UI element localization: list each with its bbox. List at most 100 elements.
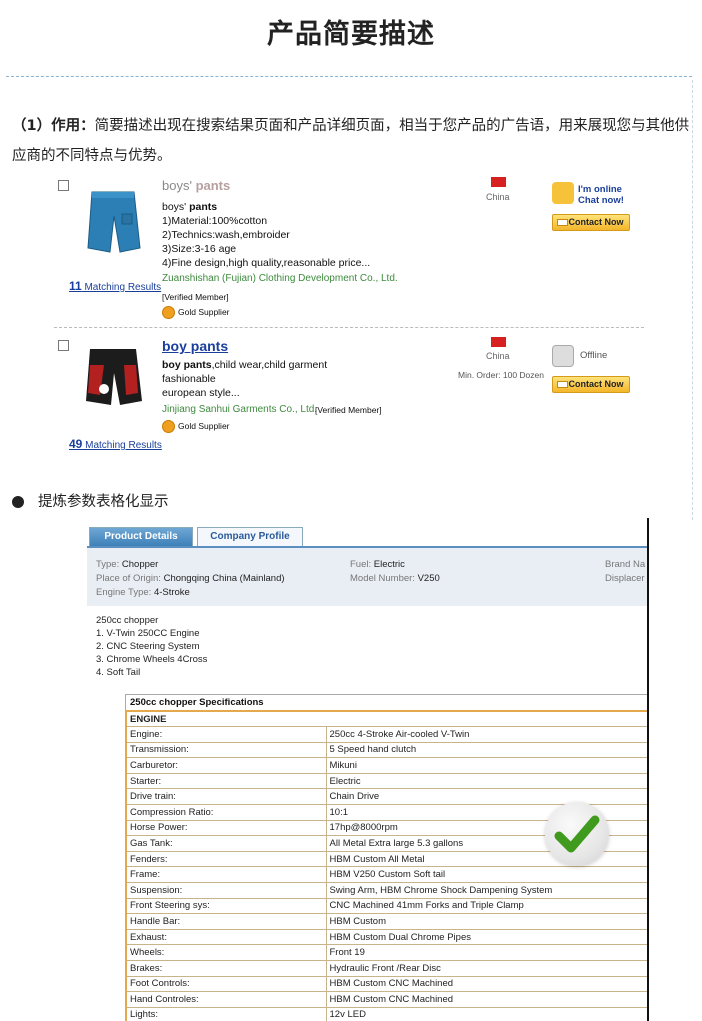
spec-value: HBM Custom: [325, 913, 647, 930]
spec-value: CNC Machined 41mm Forks and Triple Clamp: [325, 897, 647, 915]
bullet-text: 提炼参数表格化显示: [38, 494, 169, 510]
company-link[interactable]: Jinjiang Sanhui Garments Co., Ltd.: [162, 404, 317, 415]
spec-row: Transmission: 5 Speed hand clutch: [125, 741, 647, 759]
feature-list: 250cc chopper 1. V-Twin 250CC Engine 2. …: [96, 615, 208, 678]
contact-now-button[interactable]: Contact Now: [552, 214, 630, 231]
product-thumbnail-shorts[interactable]: [80, 186, 146, 264]
intro-label: （1）作用：: [12, 118, 95, 134]
intro-paragraph: （1）作用：简要描述出现在搜索结果页面和产品详细页面，相当于您产品的广告语，用来…: [12, 111, 694, 171]
attr-displacement: Displacer: [605, 573, 645, 584]
spec-key: Lights:: [125, 1006, 327, 1021]
result-checkbox[interactable]: [58, 340, 69, 351]
china-flag-icon: [491, 337, 506, 347]
gold-supplier-badge: Gold Supplier: [162, 306, 230, 319]
spec-key: Exhaust:: [125, 928, 327, 946]
spec-key: Front Steering sys:: [125, 897, 327, 915]
spec-key: Compression Ratio:: [125, 804, 327, 821]
spec-value: Mikuni: [325, 757, 647, 774]
spec-key: Fenders:: [125, 850, 327, 868]
product-title[interactable]: boys' pants: [162, 178, 230, 193]
attr-fuel: Fuel: Electric: [350, 559, 405, 570]
spec-key: Wheels:: [125, 944, 327, 961]
product-description: boy pants,child wear,child garment fashi…: [162, 359, 328, 399]
company-link[interactable]: Zuanshishan (Fujian) Clothing Developmen…: [162, 273, 398, 284]
spec-key: Transmission:: [125, 741, 327, 759]
tab-company-profile[interactable]: Company Profile: [197, 527, 303, 546]
spec-key: Suspension:: [125, 882, 327, 899]
mail-icon: [557, 381, 568, 388]
spec-key: Carburetor:: [125, 757, 327, 774]
spec-row: Wheels: Front 19: [125, 944, 647, 961]
search-result-2: 49 Matching Results boy pants boy pants,…: [54, 333, 699, 458]
product-title[interactable]: boy pants: [162, 338, 228, 354]
spec-key: Handle Bar:: [125, 913, 327, 930]
spec-row: Starter: Electric: [125, 772, 647, 790]
spec-key: Gas Tank:: [125, 835, 327, 852]
product-thumbnail-shorts[interactable]: [80, 345, 146, 415]
spec-section-row: ENGINE: [125, 710, 647, 728]
matching-results-link[interactable]: 11 Matching Results: [69, 279, 161, 293]
spec-value: Swing Arm, HBM Chrome Shock Dampening Sy…: [325, 882, 647, 899]
attr-origin: Place of Origin: Chongqing China (Mainla…: [96, 573, 285, 584]
spec-row: Suspension: Swing Arm, HBM Chrome Shock D…: [125, 882, 647, 899]
result-checkbox[interactable]: [58, 180, 69, 191]
spec-row: Lights: 12v LED: [125, 1006, 647, 1021]
china-flag-icon: [491, 177, 506, 187]
attr-engine-type: Engine Type: 4-Stroke: [96, 587, 190, 598]
attr-brand: Brand Na: [605, 559, 646, 570]
page-title: 产品简要描述: [267, 19, 435, 50]
spec-key: Starter:: [125, 772, 327, 790]
verified-member-badge: [Verified Member]: [162, 292, 229, 302]
spec-row: Handle Bar: HBM Custom: [125, 913, 647, 930]
spec-key: Brakes:: [125, 960, 327, 977]
spec-value: 12v LED: [325, 1006, 647, 1021]
spec-value: HBM V250 Custom Soft tail: [325, 866, 647, 884]
spec-value: Hydraulic Front /Rear Disc: [325, 960, 647, 977]
gold-supplier-icon: [162, 306, 175, 319]
spec-value: HBM Custom Dual Chrome Pipes: [325, 928, 647, 946]
verified-member-badge: [Verified Member]: [315, 405, 382, 415]
country-label: China: [486, 192, 510, 202]
gold-supplier-icon: [162, 420, 175, 433]
spec-key: Foot Controls:: [125, 975, 327, 993]
spec-value: 250cc 4-Stroke Air-cooled V-Twin: [325, 726, 647, 743]
spec-key: Drive train:: [125, 788, 327, 806]
spec-row: Engine: 250cc 4-Stroke Air-cooled V-Twin: [125, 726, 647, 743]
online-chat-icon[interactable]: [552, 182, 574, 204]
attr-type: Type: Chopper: [96, 559, 159, 570]
matching-results-link[interactable]: 49 Matching Results: [69, 437, 162, 451]
spec-value: Electric: [325, 772, 647, 790]
attr-model-number: Model Number: V250: [350, 573, 440, 584]
intro-text: 简要描述出现在搜索结果页面和产品详细页面，相当于您产品的广告语，用来展现您与其他…: [12, 118, 690, 164]
online-status[interactable]: I'm online Chat now!: [578, 184, 638, 206]
product-details-panel: Product Details Company Profile Type: Ch…: [87, 518, 649, 1021]
spec-value: HBM Custom CNC Machined: [325, 975, 647, 993]
contact-now-button[interactable]: Contact Now: [552, 376, 630, 393]
spec-table-title: 250cc chopper Specifications: [125, 694, 647, 710]
offline-icon: [552, 345, 574, 367]
search-result-1: 11 Matching Results boys' pants boys' pa…: [54, 172, 699, 332]
product-description: boys' pants 1)Material:100%cotton 2)Tech…: [162, 201, 371, 269]
checkmark-icon: [545, 802, 609, 866]
offline-status: Offline: [580, 350, 608, 361]
header-divider: [6, 76, 692, 77]
tab-product-details[interactable]: Product Details: [89, 527, 193, 546]
result-separator: [54, 327, 644, 328]
spec-key: Hand Controles:: [125, 991, 327, 1008]
spec-value: HBM Custom CNC Machined: [325, 991, 647, 1008]
spec-key: Engine:: [125, 726, 327, 743]
gold-supplier-badge: Gold Supplier: [162, 420, 230, 433]
spec-key: Horse Power:: [125, 819, 327, 837]
mail-icon: [557, 219, 568, 226]
spec-row: Frame: HBM V250 Custom Soft tail: [125, 866, 647, 884]
min-order: Min. Order: 100 Dozen: [458, 370, 544, 380]
spec-key: Frame:: [125, 866, 327, 884]
country-label: China: [486, 351, 510, 361]
spec-value: 5 Speed hand clutch: [325, 741, 647, 759]
spec-row: Front Steering sys: CNC Machined 41mm For…: [125, 897, 647, 915]
spec-row: Carburetor: Mikuni: [125, 757, 647, 774]
spec-row: Brakes: Hydraulic Front /Rear Disc: [125, 960, 647, 977]
spec-row: Hand Controles: HBM Custom CNC Machined: [125, 991, 647, 1008]
spec-value: Front 19: [325, 944, 647, 961]
bullet-icon: [12, 496, 24, 508]
